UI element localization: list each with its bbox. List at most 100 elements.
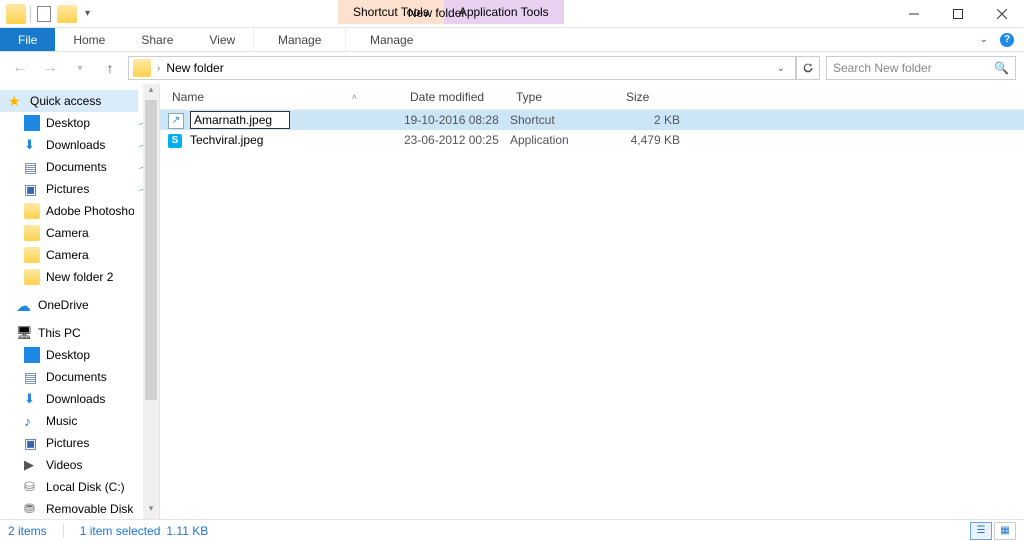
status-item-count: 2 items xyxy=(8,524,47,538)
desktop-icon xyxy=(24,347,40,363)
download-icon xyxy=(24,391,40,407)
column-size[interactable]: Size xyxy=(614,90,684,104)
properties-icon[interactable] xyxy=(35,5,53,23)
sidebar-item-camera[interactable]: Camera xyxy=(6,244,159,266)
sidebar-item-pc-documents[interactable]: Documents xyxy=(6,366,159,388)
pictures-icon xyxy=(24,181,40,197)
forward-button[interactable]: → xyxy=(38,56,62,80)
sidebar-item-documents[interactable]: Documents 📌 xyxy=(6,156,159,178)
file-row[interactable]: Techviral.jpeg 23-06-2012 00:25 Applicat… xyxy=(160,130,1024,150)
manage-shortcut-tab[interactable]: Manage xyxy=(253,28,345,51)
sidebar-item-pictures[interactable]: Pictures 📌 xyxy=(6,178,159,200)
column-name[interactable]: Name ˄ xyxy=(160,90,398,104)
star-icon xyxy=(8,93,24,109)
window-controls xyxy=(892,0,1024,28)
scrollbar-thumb[interactable] xyxy=(145,100,157,400)
sidebar-item-this-pc[interactable]: This PC xyxy=(6,322,159,344)
file-date: 19-10-2016 08:28 xyxy=(404,113,510,127)
column-date[interactable]: Date modified xyxy=(398,90,504,104)
sidebar-item-label: Downloads xyxy=(46,138,105,152)
file-row[interactable]: Amarnath.jpeg 19-10-2016 08:28 Shortcut … xyxy=(160,110,1024,130)
videos-icon xyxy=(24,457,40,473)
search-placeholder: Search New folder xyxy=(833,61,932,75)
home-tab[interactable]: Home xyxy=(55,28,123,51)
new-folder-icon[interactable] xyxy=(57,5,77,23)
help-icon[interactable]: ? xyxy=(1000,33,1014,47)
disk-icon xyxy=(24,479,40,495)
sidebar-item-onedrive[interactable]: OneDrive xyxy=(6,294,159,316)
details-view-button[interactable]: ☰ xyxy=(970,522,992,540)
address-dropdown-icon[interactable]: ⌄ xyxy=(771,63,791,74)
pictures-icon xyxy=(24,435,40,451)
view-mode-buttons: ☰ ▦ xyxy=(970,522,1016,540)
sidebar-scrollbar[interactable]: ▴ ▾ xyxy=(143,84,159,519)
folder-icon xyxy=(24,203,40,219)
sidebar-item-label: This PC xyxy=(38,326,81,340)
file-list-pane: Name ˄ Date modified Type Size Amarnath.… xyxy=(160,84,1024,519)
download-icon xyxy=(24,137,40,153)
sidebar-item-local-disk[interactable]: Local Disk (C:) xyxy=(6,476,159,498)
file-name-cell: Techviral.jpeg xyxy=(190,133,404,147)
sidebar-item-pc-videos[interactable]: Videos xyxy=(6,454,159,476)
scroll-down-icon[interactable]: ▾ xyxy=(143,503,159,519)
sidebar-item-pc-desktop[interactable]: Desktop xyxy=(6,344,159,366)
scroll-up-icon[interactable]: ▴ xyxy=(143,84,159,100)
column-headers: Name ˄ Date modified Type Size xyxy=(160,84,1024,110)
sidebar-item-pc-music[interactable]: Music xyxy=(6,410,159,432)
maximize-button[interactable] xyxy=(936,0,980,28)
file-type: Application xyxy=(510,133,620,147)
application-file-icon xyxy=(168,132,184,148)
sidebar-item-removable-disk[interactable]: Removable Disk ⌄ xyxy=(6,498,159,519)
sidebar-item-pc-downloads[interactable]: Downloads xyxy=(6,388,159,410)
sidebar-item-desktop[interactable]: Desktop 📌 xyxy=(6,112,159,134)
file-rows: Amarnath.jpeg 19-10-2016 08:28 Shortcut … xyxy=(160,110,1024,150)
file-date: 23-06-2012 00:25 xyxy=(404,133,510,147)
back-button[interactable]: ← xyxy=(8,56,32,80)
sidebar-item-downloads[interactable]: Downloads 📌 xyxy=(6,134,159,156)
close-button[interactable] xyxy=(980,0,1024,28)
titlebar: ▾ Shortcut Tools Application Tools New f… xyxy=(0,0,1024,28)
sort-indicator-icon: ˄ xyxy=(352,92,357,102)
address-folder-icon xyxy=(133,59,151,77)
sidebar-item-pc-pictures[interactable]: Pictures xyxy=(6,432,159,454)
window-title: New folder xyxy=(394,6,465,20)
shortcut-file-icon xyxy=(168,112,184,128)
ribbon-collapse-icon[interactable]: ⌄ xyxy=(980,34,988,45)
share-tab[interactable]: Share xyxy=(123,28,191,51)
icons-view-button[interactable]: ▦ xyxy=(994,522,1016,540)
up-button[interactable]: ↑ xyxy=(98,56,122,80)
file-size: 2 KB xyxy=(620,113,690,127)
sidebar-item-label: Adobe Photoshop xyxy=(46,204,134,218)
minimize-button[interactable] xyxy=(892,0,936,28)
sidebar-item-label: OneDrive xyxy=(38,298,89,312)
file-tab[interactable]: File xyxy=(0,28,55,51)
documents-icon xyxy=(24,369,40,385)
breadcrumb[interactable]: New folder xyxy=(166,61,223,75)
sidebar-item-camera[interactable]: Camera xyxy=(6,222,159,244)
file-name-cell[interactable]: Amarnath.jpeg xyxy=(190,111,404,129)
sidebar-item-label: Music xyxy=(46,414,77,428)
rename-input[interactable]: Amarnath.jpeg xyxy=(190,111,290,129)
refresh-button[interactable] xyxy=(796,56,820,80)
qat-dropdown-icon[interactable]: ▾ xyxy=(81,8,94,19)
sidebar-item-label: Quick access xyxy=(30,94,101,108)
sidebar-item-quick-access[interactable]: Quick access xyxy=(0,90,138,112)
sidebar-item-label: Removable Disk xyxy=(46,502,133,516)
view-tab[interactable]: View xyxy=(191,28,253,51)
sidebar-item-label: Documents xyxy=(46,370,107,384)
column-label: Name xyxy=(172,90,204,104)
status-selected-size: 1.11 KB xyxy=(166,524,208,538)
recent-locations-icon[interactable]: ▾ xyxy=(68,56,92,80)
sidebar-item-adobe[interactable]: Adobe Photoshop xyxy=(6,200,159,222)
folder-icon[interactable] xyxy=(6,4,26,24)
sidebar-item-newfolder2[interactable]: New folder 2 xyxy=(6,266,159,288)
desktop-icon xyxy=(24,115,40,131)
navigation-pane: Quick access Desktop 📌 Downloads 📌 Docum… xyxy=(0,84,160,519)
folder-icon xyxy=(24,225,40,241)
column-type[interactable]: Type xyxy=(504,90,614,104)
breadcrumb-separator-icon[interactable]: › xyxy=(157,63,160,74)
manage-application-tab[interactable]: Manage xyxy=(345,28,437,51)
address-bar[interactable]: › New folder ⌄ xyxy=(128,56,796,80)
search-input[interactable]: Search New folder 🔍 xyxy=(826,56,1016,80)
sidebar-item-label: Desktop xyxy=(46,116,90,130)
